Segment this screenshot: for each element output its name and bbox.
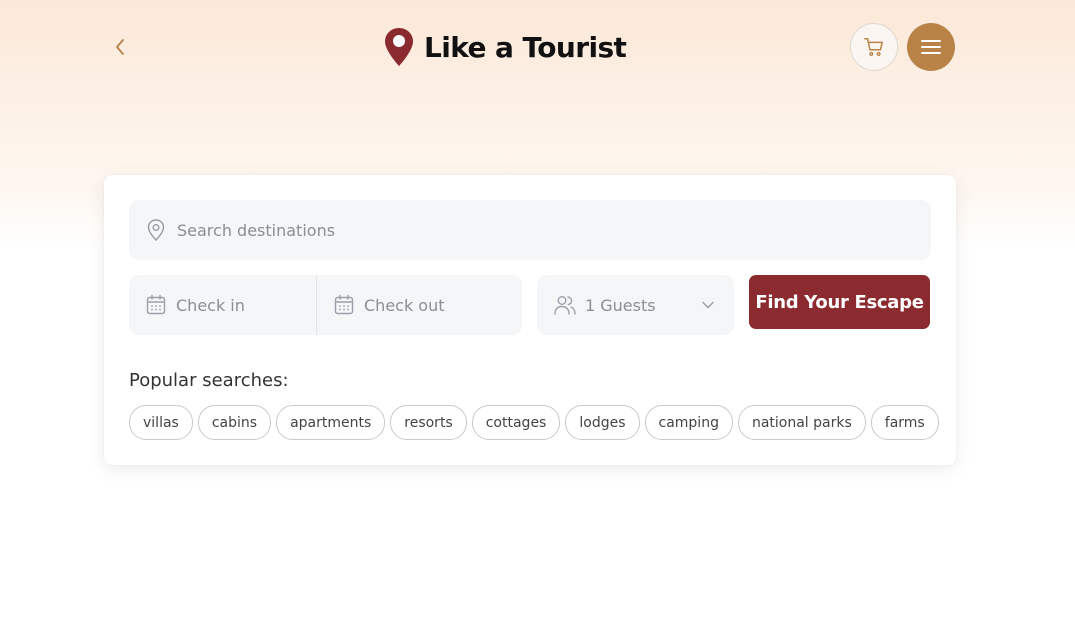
popular-search-chip[interactable]: cottages xyxy=(471,405,561,440)
calendar-icon xyxy=(146,294,166,315)
destination-placeholder: Search destinations xyxy=(177,220,336,240)
check-out-field[interactable]: Check out xyxy=(317,275,522,335)
search-card: Search destinations Check in Check out 1… xyxy=(104,175,956,465)
popular-search-chip[interactable]: national parks xyxy=(737,405,866,440)
popular-searches-label: Popular searches: xyxy=(129,370,289,391)
users-icon xyxy=(554,296,576,315)
logo[interactable]: Like a Tourist xyxy=(384,27,627,67)
popular-search-chip[interactable]: farms xyxy=(870,405,939,440)
popular-search-chip[interactable]: lodges xyxy=(565,405,640,440)
chevron-left-icon xyxy=(116,39,124,55)
calendar-icon xyxy=(334,294,354,315)
find-your-escape-button[interactable]: Find Your Escape xyxy=(749,275,930,329)
shopping-cart-icon xyxy=(864,38,883,56)
guests-select[interactable]: 1 Guests xyxy=(537,275,734,335)
check-in-field[interactable]: Check in xyxy=(129,275,317,335)
popular-search-chip[interactable]: villas xyxy=(129,405,193,440)
popular-search-chip[interactable]: cabins xyxy=(197,405,272,440)
page: Like a Tourist Search destinations Check… xyxy=(0,0,1075,618)
hamburger-menu-icon xyxy=(921,40,941,54)
popular-search-chip[interactable]: camping xyxy=(644,405,733,440)
popular-search-chip[interactable]: apartments xyxy=(276,405,386,440)
guests-value: 1 Guests xyxy=(585,295,656,315)
map-pin-icon xyxy=(385,28,413,66)
popular-searches-list: villas cabins apartments resorts cottage… xyxy=(129,405,939,440)
check-in-placeholder: Check in xyxy=(176,295,245,315)
date-range-picker: Check in Check out xyxy=(129,275,522,335)
popular-search-chip[interactable]: resorts xyxy=(390,405,467,440)
destination-search-input[interactable]: Search destinations xyxy=(129,200,931,260)
chevron-down-icon xyxy=(702,301,714,309)
back-button[interactable] xyxy=(108,34,132,60)
check-out-placeholder: Check out xyxy=(364,295,445,315)
cart-button[interactable] xyxy=(850,23,898,71)
map-pin-icon xyxy=(147,219,165,242)
site-title: Like a Tourist xyxy=(424,30,627,64)
menu-button[interactable] xyxy=(907,23,955,71)
